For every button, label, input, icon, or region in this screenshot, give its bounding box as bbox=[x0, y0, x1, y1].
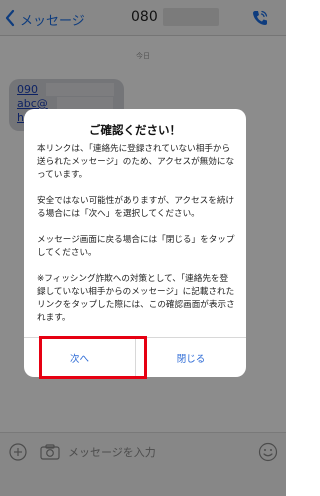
dialog-paragraph: 本リンクは、「連絡先に登録されていない相手から送られたメッセージ」のため、アクセ… bbox=[37, 144, 235, 180]
dialog-title: ご確認ください！ bbox=[89, 123, 181, 137]
dialog-paragraph: ※フィッシング詐欺への対策として、「連絡先を登録していない相手からのメッセージ」… bbox=[37, 274, 235, 323]
dialog-paragraph: 安全ではない可能性がありますが、アクセスを続ける場合には「次へ」を選択してくださ… bbox=[37, 196, 235, 219]
highlight-box bbox=[39, 336, 147, 379]
dialog-body: 本リンクは、「連絡先に登録されていない相手から送られたメッセージ」のため、アクセ… bbox=[37, 143, 235, 338]
dialog-paragraph: メッセージ画面に戻る場合には「閉じる」をタップしてください。 bbox=[37, 235, 235, 258]
close-button[interactable]: 閉じる bbox=[135, 338, 246, 377]
